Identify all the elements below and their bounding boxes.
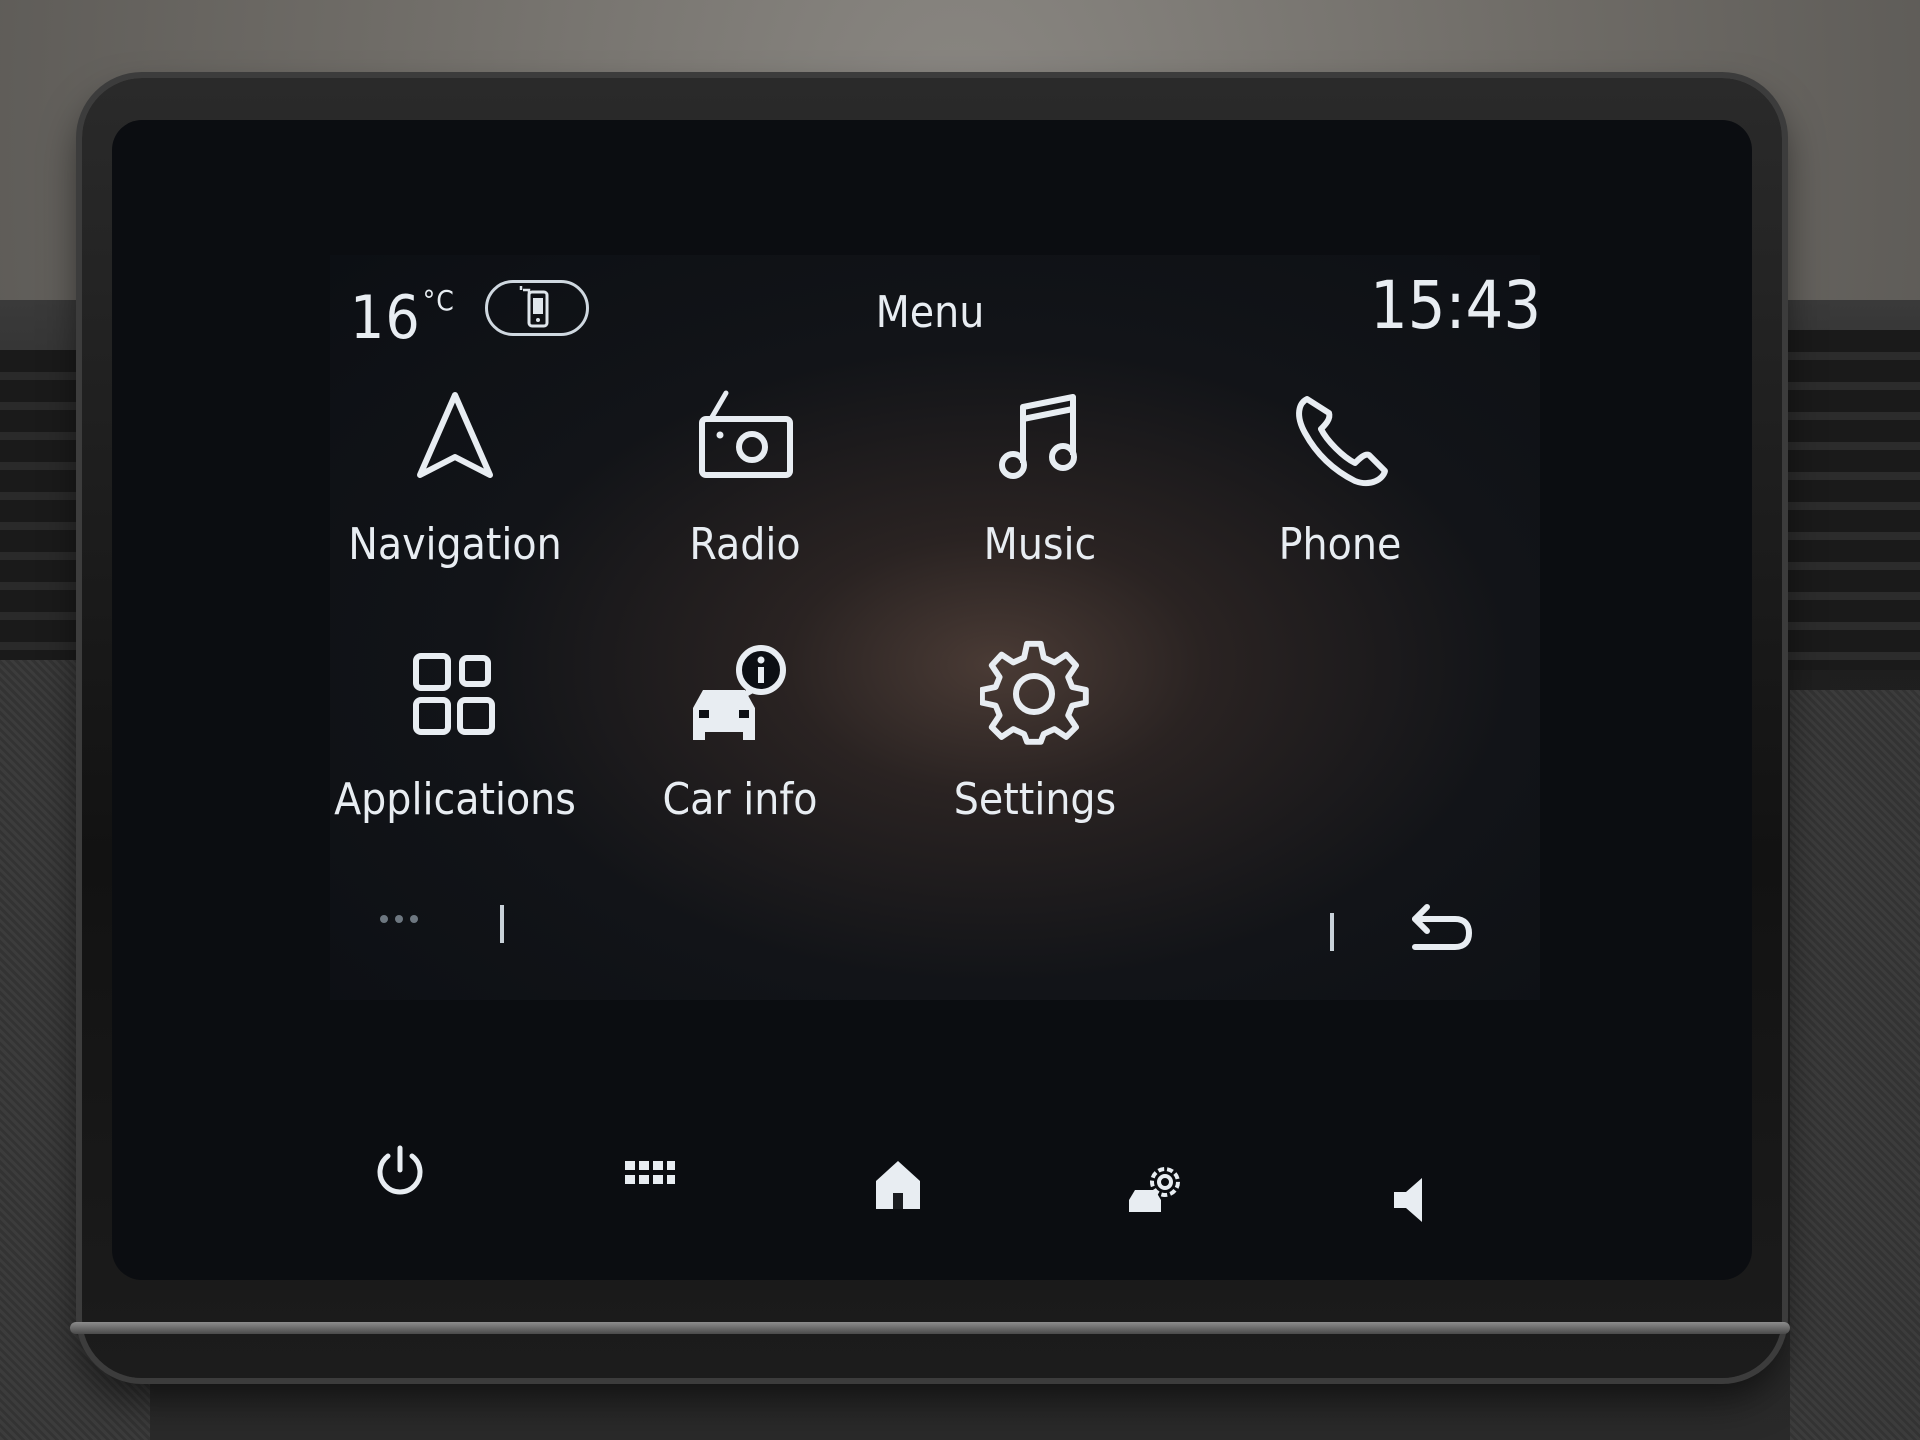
- car-settings-button[interactable]: [1115, 1150, 1195, 1230]
- menu-item-label: Phone: [1278, 519, 1402, 570]
- menu-item-label: Radio: [689, 519, 801, 570]
- menu-item-navigation[interactable]: Navigation: [325, 385, 585, 585]
- menu-item-label: Navigation: [348, 519, 562, 570]
- home-button[interactable]: [858, 1145, 938, 1225]
- screen-bottom-bar: [330, 885, 1540, 965]
- grid-menu-icon: [625, 1161, 675, 1184]
- infotainment-screen: 16°C Menu 15:43 Navigation Radio Music P…: [330, 255, 1542, 1000]
- car-settings-icon: [1129, 1167, 1180, 1212]
- volume-button[interactable]: [1370, 1160, 1450, 1240]
- car-info-icon: [693, 645, 786, 740]
- menu-item-label: Settings: [953, 774, 1117, 825]
- apps-grid-icon: [413, 653, 495, 735]
- menu-item-label: Music: [983, 519, 1097, 570]
- menu-item-settings[interactable]: Settings: [905, 640, 1165, 840]
- more-dots-icon[interactable]: [380, 915, 418, 923]
- divider: [1330, 913, 1334, 951]
- menu-item-label: Car info: [662, 774, 818, 825]
- music-note-icon: [999, 394, 1077, 479]
- navigation-arrow-icon: [417, 392, 493, 478]
- dashboard-background: 16°C Menu 15:43 Navigation Radio Music P…: [0, 0, 1920, 1440]
- smartphone-link-icon[interactable]: [485, 280, 589, 336]
- menu-item-label: Applications: [334, 774, 576, 825]
- chrome-trim: [70, 1322, 1790, 1334]
- clock: 15:43: [1370, 267, 1542, 344]
- power-button[interactable]: [360, 1130, 440, 1210]
- power-icon: [377, 1145, 423, 1195]
- menu-item-music[interactable]: Music: [910, 385, 1170, 585]
- menu-item-applications[interactable]: Applications: [325, 640, 585, 840]
- back-button[interactable]: [1405, 901, 1475, 957]
- phone-handset-icon: [1296, 396, 1388, 487]
- smartphone-icon: [519, 286, 549, 328]
- menu-item-car-info[interactable]: Car info: [610, 640, 870, 840]
- grid-menu-button[interactable]: [605, 1135, 685, 1215]
- menu-item-phone[interactable]: Phone: [1210, 385, 1470, 585]
- back-arrow-icon: [1412, 904, 1473, 950]
- volume-icon: [1394, 1178, 1422, 1222]
- gear-icon: [980, 640, 1089, 745]
- temperature-value: 16: [350, 283, 421, 353]
- fabric-trim-right: [1790, 690, 1920, 1440]
- temperature-unit: °C: [422, 284, 455, 317]
- page-title: Menu: [875, 287, 985, 338]
- outside-temperature: 16°C: [350, 283, 455, 353]
- home-icon: [876, 1161, 920, 1209]
- menu-item-radio[interactable]: Radio: [615, 385, 875, 585]
- radio-icon: [699, 390, 793, 478]
- divider: [500, 905, 504, 943]
- air-vent-right: [1780, 330, 1920, 670]
- hardware-button-bar: [330, 1110, 1530, 1222]
